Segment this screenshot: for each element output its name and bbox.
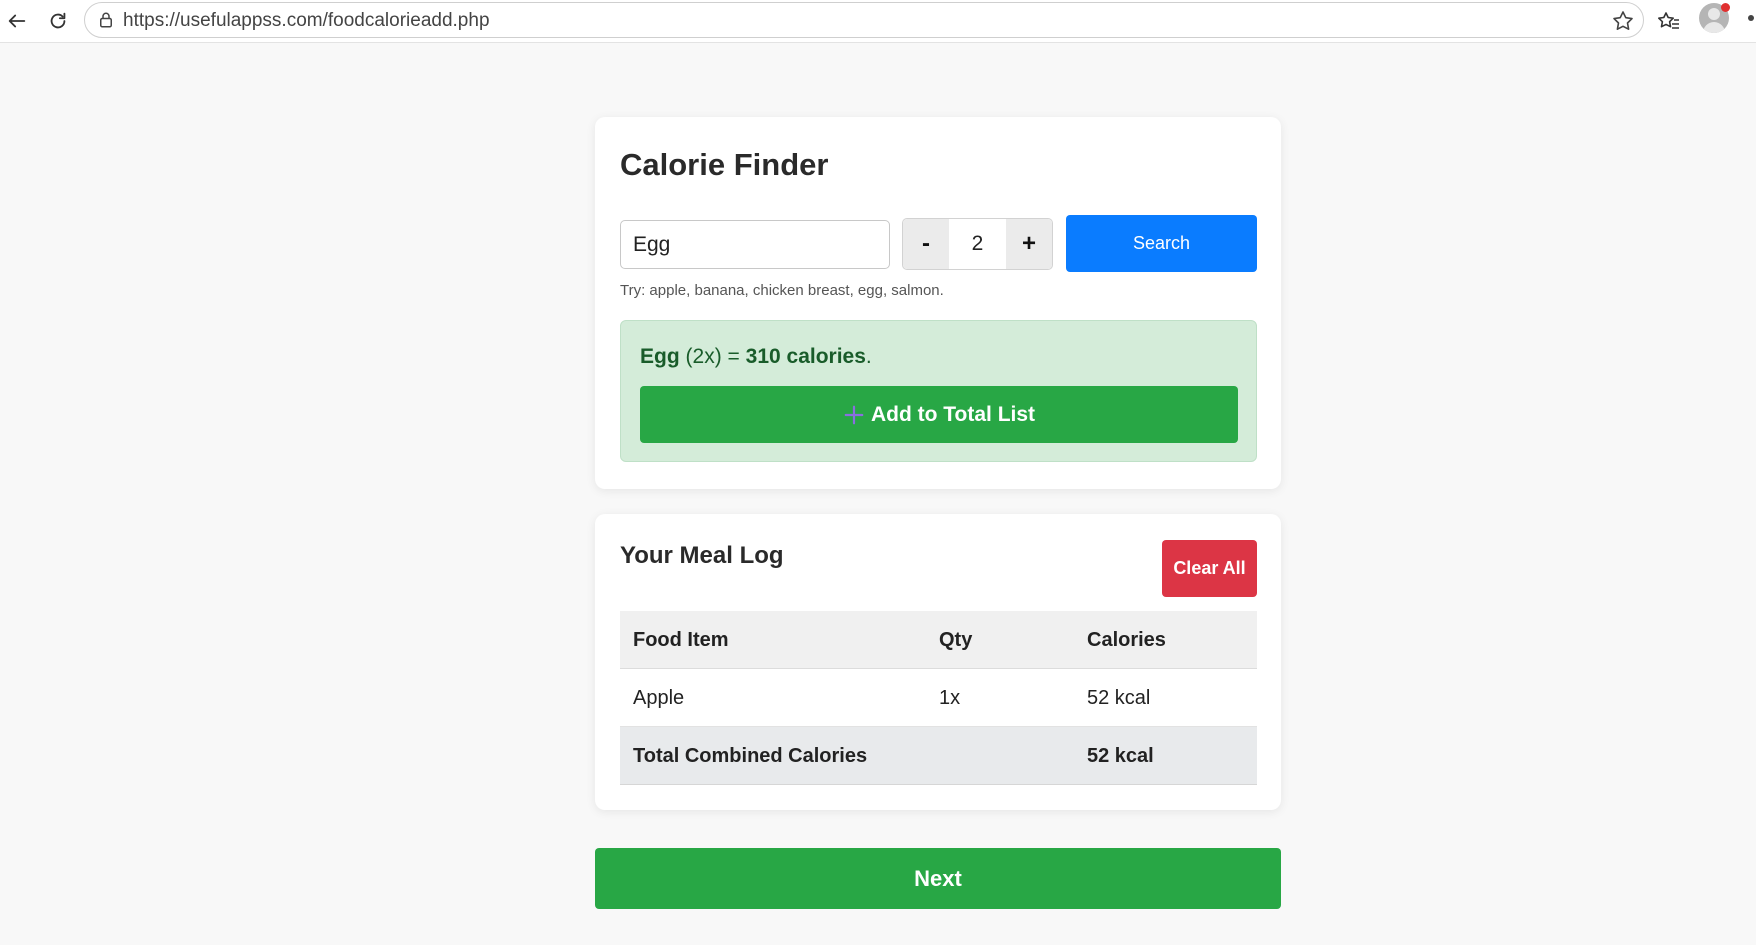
favorites-icon: [1658, 12, 1679, 29]
result-box: Egg (2x) = 310 calories. Add to Total Li…: [620, 320, 1257, 462]
result-period: .: [865, 345, 872, 368]
result-qty: (2x): [685, 345, 722, 368]
column-header-food: Food Item: [633, 628, 729, 651]
calorie-finder-card: Calorie Finder - 2 + Search Try: apple, …: [595, 117, 1281, 489]
food-search-input[interactable]: [620, 220, 890, 269]
url-text: https://usefulappss.com/foodcalorieadd.p…: [123, 10, 490, 31]
increment-button[interactable]: +: [1006, 219, 1052, 269]
next-button[interactable]: Next: [595, 848, 1281, 909]
total-value: 52 kcal: [1087, 744, 1154, 767]
table-row: Apple 1x 52 kcal: [620, 669, 1257, 727]
quantity-stepper: - 2 +: [902, 218, 1053, 270]
column-header-calories: Calories: [1087, 628, 1166, 651]
table-total-row: Total Combined Calories 52 kcal: [620, 727, 1257, 785]
avatar-body: [1703, 22, 1725, 33]
result-equals: =: [727, 345, 740, 368]
favorites-button[interactable]: [1652, 5, 1686, 39]
back-arrow-icon: [8, 14, 26, 28]
table-header-row: Food Item Qty Calories: [620, 611, 1257, 669]
meal-log-title: Your Meal Log: [620, 542, 784, 569]
cell-food: Apple: [633, 686, 685, 709]
quantity-value[interactable]: 2: [949, 219, 1006, 269]
meal-log-table: Food Item Qty Calories Apple 1x 52 kcal …: [620, 611, 1257, 785]
menu-dots-icon[interactable]: [1748, 15, 1754, 21]
page-title: Calorie Finder: [620, 147, 829, 182]
search-button[interactable]: Search: [1066, 215, 1257, 272]
column-header-qty: Qty: [939, 628, 973, 651]
result-food: Egg: [640, 345, 680, 368]
back-button[interactable]: [0, 4, 34, 38]
total-label: Total Combined Calories: [633, 744, 868, 767]
lock-icon: [100, 12, 112, 28]
cell-calories: 52 kcal: [1087, 686, 1151, 709]
reload-icon: [50, 12, 66, 29]
result-text: Egg (2x) = 310 calories.: [640, 345, 872, 369]
hint-text: Try: apple, banana, chicken breast, egg,…: [620, 282, 944, 299]
clear-all-button[interactable]: Clear All: [1162, 540, 1257, 597]
browser-toolbar: https://usefulappss.com/foodcalorieadd.p…: [0, 0, 1756, 43]
result-calories: 310 calories: [745, 345, 866, 368]
notification-dot: [1721, 3, 1730, 12]
cell-qty: 1x: [939, 686, 961, 709]
address-bar[interactable]: https://usefulappss.com/foodcalorieadd.p…: [84, 2, 1644, 38]
add-to-total-label: Add to Total List: [870, 402, 1036, 426]
decrement-button[interactable]: -: [903, 219, 949, 269]
plus-icon: [844, 405, 864, 424]
bookmark-star-icon[interactable]: [1611, 9, 1635, 33]
avatar-head: [1708, 8, 1720, 20]
meal-log-card: Your Meal Log Clear All Food Item Qty Ca…: [595, 514, 1281, 810]
add-to-total-button[interactable]: Add to Total List: [640, 386, 1238, 443]
reload-button[interactable]: [41, 4, 75, 38]
